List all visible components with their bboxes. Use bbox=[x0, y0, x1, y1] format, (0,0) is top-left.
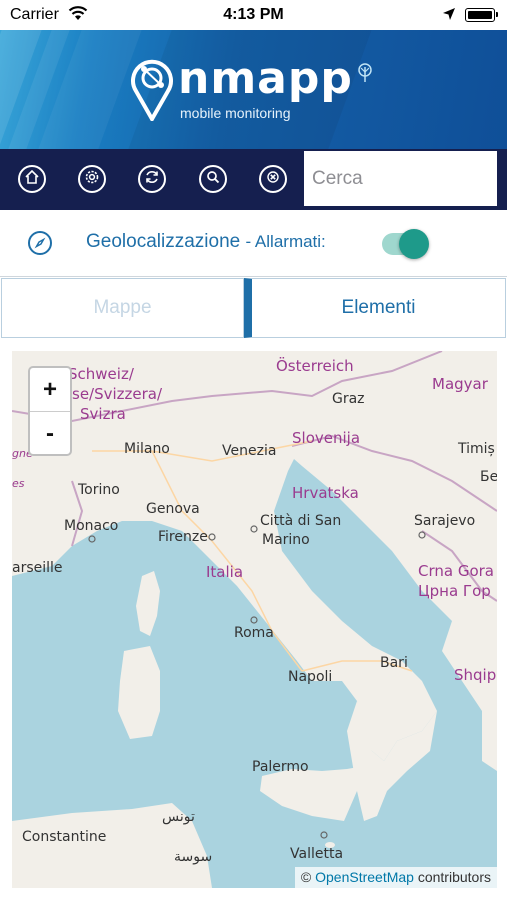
map-label: Österreich bbox=[276, 357, 354, 375]
settings-button[interactable] bbox=[78, 165, 106, 193]
map-label: Constantine bbox=[22, 829, 107, 845]
map-label: Genova bbox=[146, 501, 200, 517]
zoom-out-button[interactable]: - bbox=[30, 412, 70, 455]
map-label: Slovenija bbox=[292, 429, 361, 447]
clear-button[interactable] bbox=[259, 165, 287, 193]
map-label: Sarajevo bbox=[414, 513, 476, 529]
copyright-symbol: © bbox=[300, 869, 312, 885]
map-label: Italia bbox=[206, 563, 244, 581]
zoom-in-button[interactable]: + bbox=[30, 368, 70, 412]
search-icon bbox=[205, 169, 221, 190]
map-label: Firenze bbox=[158, 529, 208, 545]
settings-icon bbox=[84, 169, 100, 190]
alarmed-label: - Allarmati: bbox=[245, 232, 326, 251]
zoom-control: + - bbox=[28, 366, 72, 456]
clock: 4:13 PM bbox=[223, 6, 284, 23]
attribution-suffix: contributors bbox=[417, 869, 491, 885]
search-input[interactable] bbox=[304, 151, 497, 206]
geolocation-label: Geolocalizzazione - Allarmati: bbox=[86, 231, 326, 253]
map-label: Schweiz/ bbox=[68, 365, 134, 383]
location-arrow-icon bbox=[442, 7, 456, 26]
geolocation-row: Geolocalizzazione - Allarmati: bbox=[0, 210, 507, 276]
map-label: Graz bbox=[332, 391, 365, 407]
map-label: es bbox=[12, 477, 25, 490]
map-view[interactable]: Österreich Magyar Schweiz/ se/Svizzera/ … bbox=[12, 351, 497, 888]
map-label: Crna Gora bbox=[418, 562, 495, 580]
map-label: Црна Гор bbox=[418, 582, 491, 600]
status-bar: Carrier 4:13 PM bbox=[0, 0, 507, 30]
app-logo: nmapp mobile monitoring bbox=[128, 53, 378, 127]
map-label: Бе bbox=[480, 469, 497, 485]
map-label: Hrvatska bbox=[292, 484, 359, 502]
header-banner: nmapp mobile monitoring bbox=[0, 30, 507, 149]
map-label: Shqip bbox=[454, 666, 497, 684]
search-button[interactable] bbox=[199, 165, 227, 193]
alarmed-toggle[interactable] bbox=[382, 229, 429, 259]
home-button[interactable] bbox=[18, 165, 46, 193]
home-icon bbox=[24, 169, 40, 190]
map-label: Monaco bbox=[64, 518, 119, 534]
map-label: Bari bbox=[380, 655, 408, 671]
map-label: Milano bbox=[124, 441, 170, 457]
logo-subtitle: mobile monitoring bbox=[180, 105, 291, 121]
map-tiles bbox=[12, 351, 497, 888]
map-label: arseille bbox=[12, 560, 63, 576]
refresh-icon bbox=[144, 169, 160, 190]
toolbar bbox=[0, 149, 507, 210]
tab-elementi[interactable]: Elementi bbox=[244, 278, 506, 338]
map-label: سوسة bbox=[174, 849, 213, 865]
map-label: Svizra bbox=[80, 405, 126, 423]
map-pin-logo-icon bbox=[128, 57, 176, 126]
map-label: Città di San bbox=[260, 513, 342, 529]
geolocation-title: Geolocalizzazione bbox=[86, 231, 241, 252]
tab-mappe[interactable]: Mappe bbox=[1, 278, 244, 338]
toggle-knob bbox=[399, 229, 429, 259]
map-label: Palermo bbox=[252, 759, 309, 775]
map-label: Venezia bbox=[222, 443, 277, 459]
openstreetmap-link[interactable]: OpenStreetMap bbox=[315, 869, 414, 885]
map-label: Napoli bbox=[288, 669, 333, 685]
tab-bar: Mappe Elementi bbox=[0, 277, 507, 341]
refresh-button[interactable] bbox=[138, 165, 166, 193]
battery-icon bbox=[465, 8, 498, 22]
logo-wordmark: nmapp bbox=[178, 53, 353, 104]
map-label: Timiș bbox=[458, 441, 495, 457]
map-label: Roma bbox=[234, 625, 274, 641]
tree-icon bbox=[356, 63, 374, 88]
close-icon bbox=[265, 169, 281, 190]
map-label: Torino bbox=[78, 482, 120, 498]
compass-icon bbox=[28, 231, 52, 255]
map-label: Marino bbox=[262, 532, 310, 548]
map-label: Valletta bbox=[290, 846, 344, 862]
map-attribution: © OpenStreetMap contributors bbox=[294, 867, 497, 888]
map-label: تونس bbox=[162, 809, 195, 825]
map-label: Magyar bbox=[432, 375, 488, 393]
map-label: se/Svizzera/ bbox=[72, 385, 163, 403]
